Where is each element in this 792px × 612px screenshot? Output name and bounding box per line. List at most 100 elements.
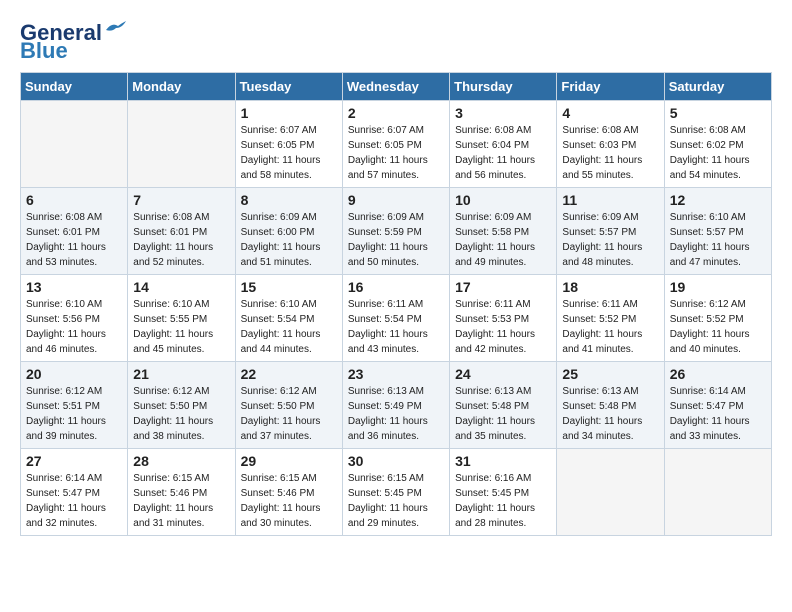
day-info: Sunrise: 6:11 AMSunset: 5:54 PMDaylight:… [348, 297, 444, 357]
day-info: Sunrise: 6:10 AMSunset: 5:55 PMDaylight:… [133, 297, 229, 357]
day-number: 5 [670, 105, 766, 121]
day-number: 17 [455, 279, 551, 295]
day-info: Sunrise: 6:08 AMSunset: 6:02 PMDaylight:… [670, 123, 766, 183]
calendar-cell: 5 Sunrise: 6:08 AMSunset: 6:02 PMDayligh… [664, 101, 771, 188]
calendar-cell: 3 Sunrise: 6:08 AMSunset: 6:04 PMDayligh… [450, 101, 557, 188]
day-info: Sunrise: 6:07 AMSunset: 6:05 PMDaylight:… [348, 123, 444, 183]
day-number: 15 [241, 279, 337, 295]
calendar-cell: 21 Sunrise: 6:12 AMSunset: 5:50 PMDaylig… [128, 362, 235, 449]
calendar-cell: 30 Sunrise: 6:15 AMSunset: 5:45 PMDaylig… [342, 449, 449, 536]
day-number: 14 [133, 279, 229, 295]
day-number: 16 [348, 279, 444, 295]
day-info: Sunrise: 6:14 AMSunset: 5:47 PMDaylight:… [670, 384, 766, 444]
day-number: 1 [241, 105, 337, 121]
weekday-header: Tuesday [235, 73, 342, 101]
day-number: 30 [348, 453, 444, 469]
logo-bird-icon [104, 20, 126, 38]
day-info: Sunrise: 6:12 AMSunset: 5:52 PMDaylight:… [670, 297, 766, 357]
calendar-cell: 16 Sunrise: 6:11 AMSunset: 5:54 PMDaylig… [342, 275, 449, 362]
day-info: Sunrise: 6:15 AMSunset: 5:46 PMDaylight:… [241, 471, 337, 531]
day-info: Sunrise: 6:16 AMSunset: 5:45 PMDaylight:… [455, 471, 551, 531]
calendar-cell [557, 449, 664, 536]
day-info: Sunrise: 6:15 AMSunset: 5:45 PMDaylight:… [348, 471, 444, 531]
calendar-cell: 11 Sunrise: 6:09 AMSunset: 5:57 PMDaylig… [557, 188, 664, 275]
calendar-cell: 19 Sunrise: 6:12 AMSunset: 5:52 PMDaylig… [664, 275, 771, 362]
day-number: 20 [26, 366, 122, 382]
day-number: 21 [133, 366, 229, 382]
calendar-cell [128, 101, 235, 188]
day-number: 29 [241, 453, 337, 469]
weekday-header-row: SundayMondayTuesdayWednesdayThursdayFrid… [21, 73, 772, 101]
calendar-cell: 8 Sunrise: 6:09 AMSunset: 6:00 PMDayligh… [235, 188, 342, 275]
calendar-cell: 6 Sunrise: 6:08 AMSunset: 6:01 PMDayligh… [21, 188, 128, 275]
calendar-cell: 24 Sunrise: 6:13 AMSunset: 5:48 PMDaylig… [450, 362, 557, 449]
calendar-cell: 13 Sunrise: 6:10 AMSunset: 5:56 PMDaylig… [21, 275, 128, 362]
calendar-cell: 27 Sunrise: 6:14 AMSunset: 5:47 PMDaylig… [21, 449, 128, 536]
calendar-cell: 2 Sunrise: 6:07 AMSunset: 6:05 PMDayligh… [342, 101, 449, 188]
day-number: 23 [348, 366, 444, 382]
calendar-cell: 23 Sunrise: 6:13 AMSunset: 5:49 PMDaylig… [342, 362, 449, 449]
calendar-week-row: 27 Sunrise: 6:14 AMSunset: 5:47 PMDaylig… [21, 449, 772, 536]
day-info: Sunrise: 6:08 AMSunset: 6:01 PMDaylight:… [26, 210, 122, 270]
weekday-header: Thursday [450, 73, 557, 101]
page-container: General Blue SundayMondayTuesdayWednesda… [0, 0, 792, 546]
weekday-header: Wednesday [342, 73, 449, 101]
day-number: 4 [562, 105, 658, 121]
calendar-cell: 20 Sunrise: 6:12 AMSunset: 5:51 PMDaylig… [21, 362, 128, 449]
day-number: 9 [348, 192, 444, 208]
calendar-week-row: 1 Sunrise: 6:07 AMSunset: 6:05 PMDayligh… [21, 101, 772, 188]
day-info: Sunrise: 6:08 AMSunset: 6:01 PMDaylight:… [133, 210, 229, 270]
calendar-cell: 28 Sunrise: 6:15 AMSunset: 5:46 PMDaylig… [128, 449, 235, 536]
weekday-header: Sunday [21, 73, 128, 101]
day-number: 12 [670, 192, 766, 208]
calendar-week-row: 6 Sunrise: 6:08 AMSunset: 6:01 PMDayligh… [21, 188, 772, 275]
day-info: Sunrise: 6:08 AMSunset: 6:03 PMDaylight:… [562, 123, 658, 183]
day-number: 25 [562, 366, 658, 382]
day-info: Sunrise: 6:10 AMSunset: 5:54 PMDaylight:… [241, 297, 337, 357]
day-number: 3 [455, 105, 551, 121]
day-info: Sunrise: 6:13 AMSunset: 5:49 PMDaylight:… [348, 384, 444, 444]
day-info: Sunrise: 6:10 AMSunset: 5:56 PMDaylight:… [26, 297, 122, 357]
calendar-table: SundayMondayTuesdayWednesdayThursdayFrid… [20, 72, 772, 536]
calendar-week-row: 20 Sunrise: 6:12 AMSunset: 5:51 PMDaylig… [21, 362, 772, 449]
weekday-header: Monday [128, 73, 235, 101]
calendar-cell: 17 Sunrise: 6:11 AMSunset: 5:53 PMDaylig… [450, 275, 557, 362]
day-info: Sunrise: 6:09 AMSunset: 5:59 PMDaylight:… [348, 210, 444, 270]
calendar-cell: 9 Sunrise: 6:09 AMSunset: 5:59 PMDayligh… [342, 188, 449, 275]
calendar-cell: 7 Sunrise: 6:08 AMSunset: 6:01 PMDayligh… [128, 188, 235, 275]
calendar-cell: 26 Sunrise: 6:14 AMSunset: 5:47 PMDaylig… [664, 362, 771, 449]
day-number: 7 [133, 192, 229, 208]
day-info: Sunrise: 6:12 AMSunset: 5:50 PMDaylight:… [133, 384, 229, 444]
calendar-cell: 25 Sunrise: 6:13 AMSunset: 5:48 PMDaylig… [557, 362, 664, 449]
calendar-cell [664, 449, 771, 536]
calendar-cell: 18 Sunrise: 6:11 AMSunset: 5:52 PMDaylig… [557, 275, 664, 362]
day-number: 31 [455, 453, 551, 469]
calendar-cell: 12 Sunrise: 6:10 AMSunset: 5:57 PMDaylig… [664, 188, 771, 275]
day-number: 24 [455, 366, 551, 382]
logo-blue: Blue [20, 38, 68, 64]
calendar-week-row: 13 Sunrise: 6:10 AMSunset: 5:56 PMDaylig… [21, 275, 772, 362]
day-info: Sunrise: 6:09 AMSunset: 5:57 PMDaylight:… [562, 210, 658, 270]
calendar-cell: 4 Sunrise: 6:08 AMSunset: 6:03 PMDayligh… [557, 101, 664, 188]
day-info: Sunrise: 6:11 AMSunset: 5:53 PMDaylight:… [455, 297, 551, 357]
day-number: 18 [562, 279, 658, 295]
day-number: 27 [26, 453, 122, 469]
day-number: 10 [455, 192, 551, 208]
calendar-cell: 1 Sunrise: 6:07 AMSunset: 6:05 PMDayligh… [235, 101, 342, 188]
day-info: Sunrise: 6:14 AMSunset: 5:47 PMDaylight:… [26, 471, 122, 531]
day-number: 26 [670, 366, 766, 382]
day-info: Sunrise: 6:09 AMSunset: 6:00 PMDaylight:… [241, 210, 337, 270]
day-number: 22 [241, 366, 337, 382]
calendar-cell: 15 Sunrise: 6:10 AMSunset: 5:54 PMDaylig… [235, 275, 342, 362]
day-number: 6 [26, 192, 122, 208]
day-info: Sunrise: 6:12 AMSunset: 5:50 PMDaylight:… [241, 384, 337, 444]
day-info: Sunrise: 6:12 AMSunset: 5:51 PMDaylight:… [26, 384, 122, 444]
day-info: Sunrise: 6:13 AMSunset: 5:48 PMDaylight:… [455, 384, 551, 444]
calendar-cell: 10 Sunrise: 6:09 AMSunset: 5:58 PMDaylig… [450, 188, 557, 275]
day-number: 28 [133, 453, 229, 469]
weekday-header: Saturday [664, 73, 771, 101]
day-info: Sunrise: 6:07 AMSunset: 6:05 PMDaylight:… [241, 123, 337, 183]
calendar-cell: 22 Sunrise: 6:12 AMSunset: 5:50 PMDaylig… [235, 362, 342, 449]
day-number: 19 [670, 279, 766, 295]
day-info: Sunrise: 6:10 AMSunset: 5:57 PMDaylight:… [670, 210, 766, 270]
